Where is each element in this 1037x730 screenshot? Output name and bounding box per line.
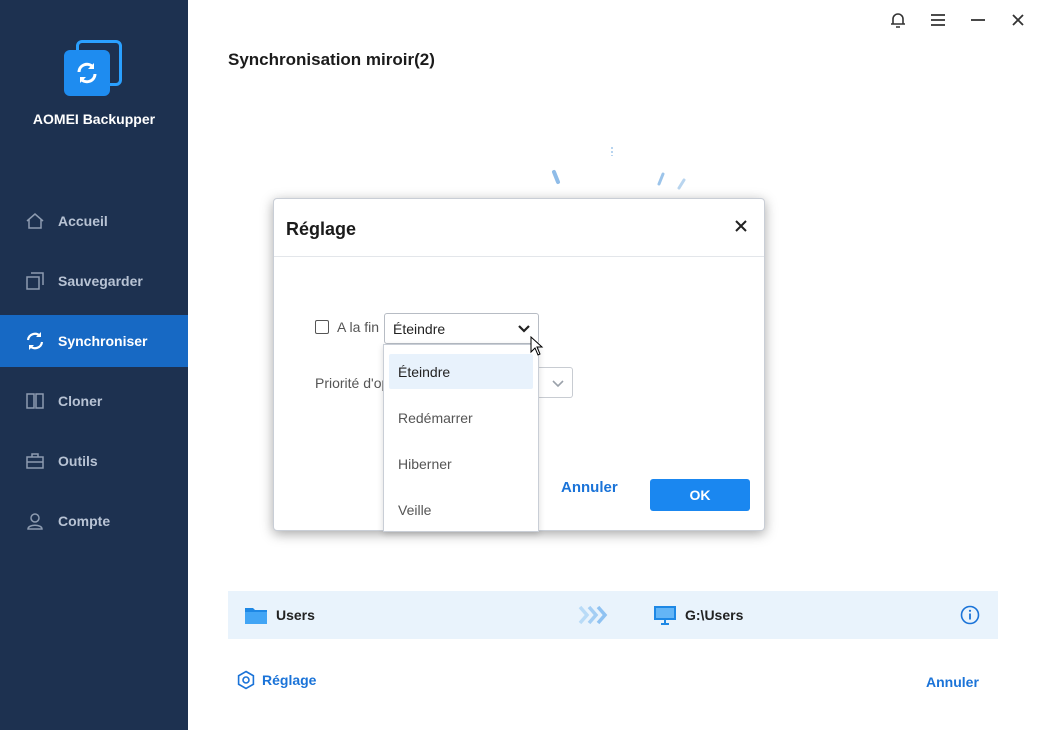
at-end-option: A la fin [315,319,379,335]
end-action-dropdown: Éteindre Redémarrer Hiberner Veille [383,344,539,532]
settings-link[interactable]: Réglage [236,670,316,690]
mouse-cursor-icon [530,336,544,356]
folder-icon [245,608,267,624]
chevron-down-icon [552,380,564,388]
minimize-icon[interactable] [969,10,987,30]
computer-icon [654,606,676,625]
end-action-value: Éteindre [393,320,446,337]
dialog-close-icon[interactable] [734,219,750,235]
dropdown-option-veille[interactable]: Veille [389,492,533,527]
backup-icon [24,270,46,292]
sidebar: AOMEI Backupper Accueil Sauvegarder Sync… [0,0,188,730]
close-icon[interactable] [1009,10,1027,30]
sidebar-item-label: Sauvegarder [58,273,143,289]
sidebar-item-label: Cloner [58,393,103,409]
app-logo [64,40,122,98]
toolbox-icon [24,450,46,472]
priority-select[interactable] [538,367,573,398]
end-action-select[interactable]: Éteindre [384,313,539,344]
settings-label: Réglage [262,672,317,688]
dialog-cancel-button[interactable]: Annuler [561,479,618,496]
priority-label: Priorité d'op [315,375,385,391]
sidebar-item-label: Compte [58,513,111,529]
dropdown-option-eteindre[interactable]: Éteindre [389,354,533,389]
at-end-checkbox[interactable] [315,320,329,334]
sidebar-item-accueil[interactable]: Accueil [0,195,188,247]
source-label: Users [276,607,315,623]
user-icon [24,510,46,532]
clone-icon [24,390,46,412]
bell-icon[interactable] [889,10,907,30]
sync-icon [24,330,46,352]
sidebar-item-label: Accueil [58,213,108,229]
sidebar-item-cloner[interactable]: Cloner [0,375,188,427]
sync-direction-arrows-icon [578,605,608,625]
home-icon [24,210,46,232]
sidebar-item-label: Outils [58,453,98,469]
sidebar-item-synchroniser[interactable]: Synchroniser [0,315,188,367]
dropdown-option-hiberner[interactable]: Hiberner [389,446,533,481]
sidebar-item-label: Synchroniser [58,333,148,349]
chevron-down-icon [518,325,530,333]
cancel-button[interactable]: Annuler [926,674,979,690]
dialog-divider [274,256,764,257]
destination-label: G:\Users [685,607,744,623]
dropdown-option-redemarrer[interactable]: Redémarrer [389,400,533,435]
menu-icon[interactable] [929,10,947,30]
dialog-title: Réglage [286,219,357,239]
sync-logo-icon [77,62,97,84]
sync-summary-bar: Users G:\Users [228,591,998,639]
window-controls [889,10,1027,30]
app-name: AOMEI Backupper [32,111,156,127]
sidebar-item-sauvegarder[interactable]: Sauvegarder [0,255,188,307]
destination-item[interactable]: G:\Users [653,591,743,639]
sidebar-item-compte[interactable]: Compte [0,495,188,547]
source-item[interactable]: Users [244,591,315,639]
at-end-label: A la fin [337,319,380,335]
settings-gear-icon [236,670,256,690]
sidebar-item-outils[interactable]: Outils [0,435,188,487]
page-title: Synchronisation miroir(2) [228,50,435,69]
info-icon[interactable] [960,605,980,630]
dialog-ok-button[interactable]: OK [650,479,750,511]
